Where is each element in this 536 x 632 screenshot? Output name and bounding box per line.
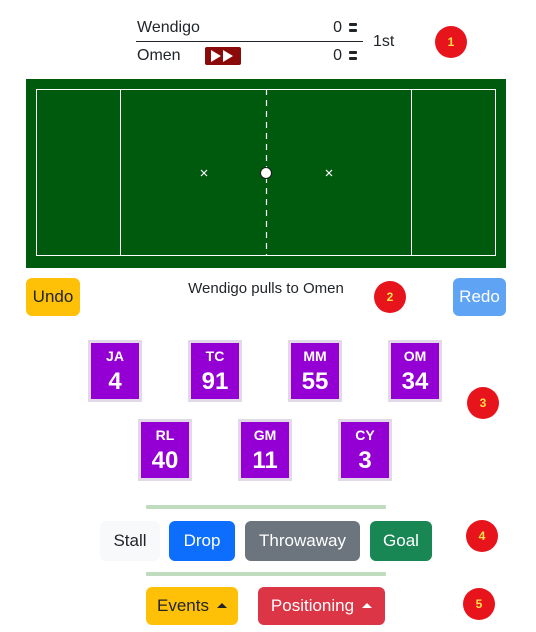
annotation-marker-1: 1 [435, 26, 467, 58]
player-initials: OM [403, 348, 427, 364]
away-team-name: Omen [137, 47, 181, 64]
player-initials: RL [155, 427, 175, 443]
player-initials: CY [355, 427, 375, 443]
annotation-marker-2: 2 [374, 281, 406, 313]
player-card[interactable]: OM 34 [388, 340, 442, 402]
action-divider-bottom [146, 572, 386, 576]
brick-mark-left [200, 169, 208, 177]
away-team-score: 0 [333, 47, 342, 64]
player-card[interactable]: TC 91 [188, 340, 242, 402]
fast-forward-icon[interactable] [205, 47, 241, 65]
player-initials: TC [205, 348, 225, 364]
player-number: 34 [401, 368, 429, 395]
field-lines [36, 89, 496, 256]
drop-button[interactable]: Drop [169, 521, 235, 561]
play-status-text: Wendigo pulls to Omen [188, 280, 344, 297]
player-initials: JA [106, 348, 124, 364]
undo-button[interactable]: Undo [26, 278, 80, 316]
home-team-score: 0 [333, 19, 342, 36]
player-number: 91 [201, 368, 229, 395]
annotation-marker-3: 3 [467, 387, 499, 419]
player-number: 11 [252, 447, 278, 474]
events-label: Events [157, 596, 209, 615]
player-card[interactable]: RL 40 [138, 419, 192, 481]
disc [260, 167, 272, 179]
home-team-name: Wendigo [137, 19, 200, 36]
positioning-label: Positioning [270, 596, 355, 615]
field[interactable] [26, 79, 506, 268]
annotation-marker-4: 4 [466, 520, 498, 552]
redo-button[interactable]: Redo [453, 278, 506, 316]
stall-button[interactable]: Stall [100, 521, 160, 561]
action-divider-top [146, 505, 386, 509]
events-dropdown-button[interactable]: Events [146, 587, 238, 625]
player-initials: GM [253, 427, 277, 443]
player-number: 55 [301, 368, 329, 395]
period-label: 1st [373, 33, 395, 50]
player-number: 40 [151, 447, 179, 474]
player-initials: MM [303, 348, 327, 364]
goal-button[interactable]: Goal [370, 521, 432, 561]
player-card[interactable]: JA 4 [88, 340, 142, 402]
positioning-dropdown-button[interactable]: Positioning [258, 587, 385, 625]
caret-up-icon [216, 602, 227, 608]
annotation-marker-5: 5 [463, 588, 495, 620]
player-number: 4 [108, 368, 122, 395]
player-number: 3 [358, 447, 372, 474]
brick-mark-right [325, 169, 333, 177]
player-card[interactable]: CY 3 [338, 419, 392, 481]
throwaway-button[interactable]: Throwaway [245, 521, 360, 561]
caret-up-icon [362, 602, 373, 608]
scoreboard-divider [136, 41, 363, 42]
player-card[interactable]: GM 11 [238, 419, 292, 481]
player-card[interactable]: MM 55 [288, 340, 342, 402]
away-score-stepper[interactable] [349, 51, 357, 63]
home-score-stepper[interactable] [349, 23, 357, 35]
